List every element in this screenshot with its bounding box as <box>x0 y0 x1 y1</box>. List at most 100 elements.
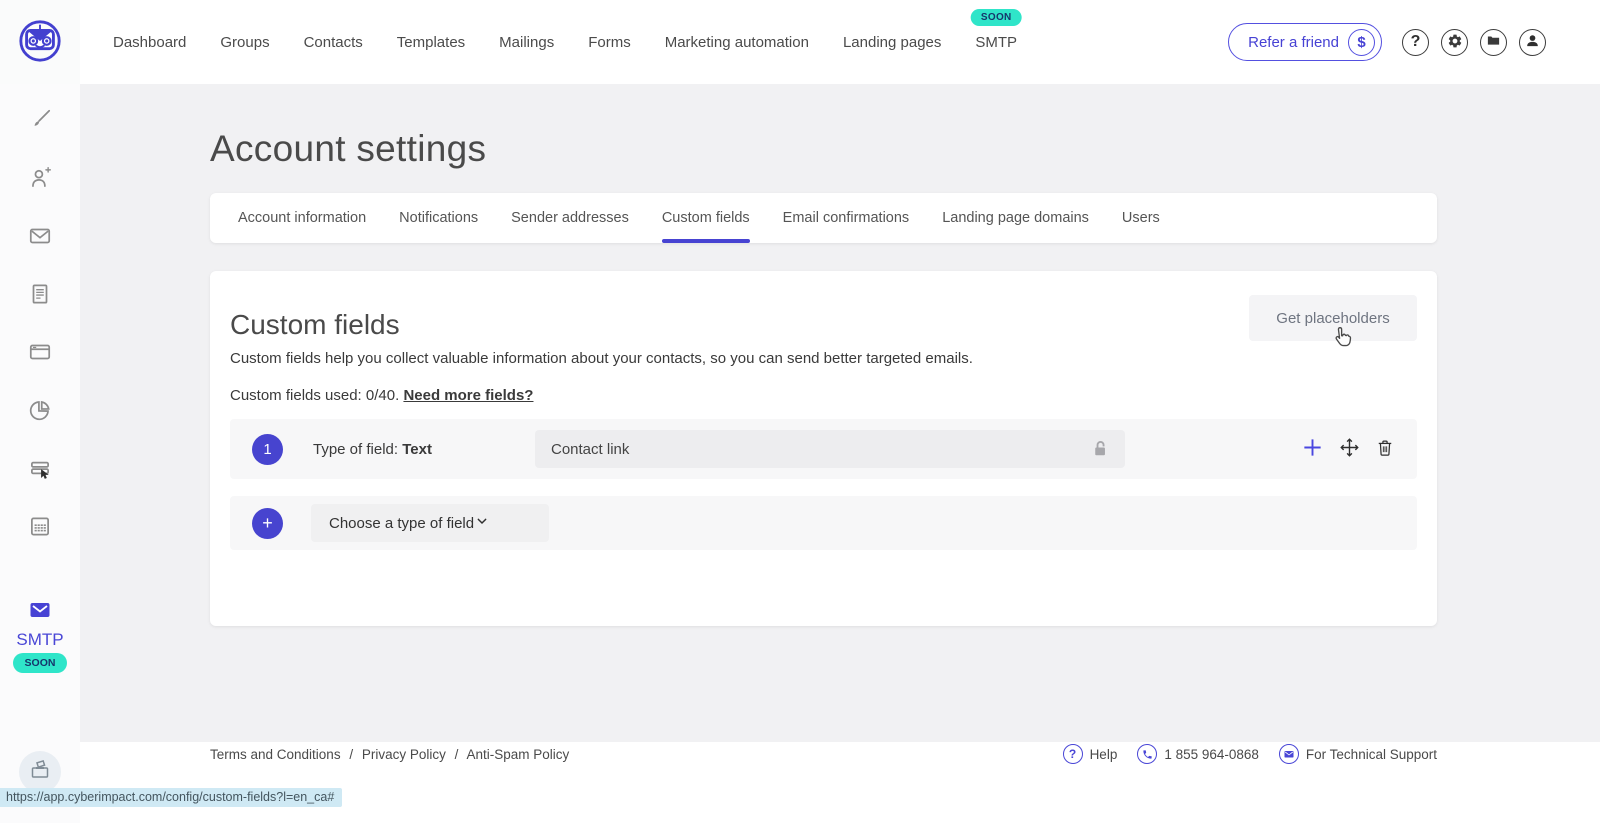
footer-support-link[interactable]: For Technical Support <box>1279 744 1437 764</box>
terms-link[interactable]: Terms and Conditions <box>210 747 341 762</box>
field-type-dropdown[interactable]: Choose a type of field <box>311 504 549 542</box>
privacy-link[interactable]: Privacy Policy <box>362 747 446 762</box>
sidebar-soon-badge: SOON <box>13 653 68 673</box>
field-index-badge: 1 <box>252 434 283 465</box>
nav-forms[interactable]: Forms <box>588 34 631 51</box>
footer-support-label: For Technical Support <box>1306 747 1437 762</box>
sidebar-item-forms[interactable] <box>20 276 60 316</box>
sidebar-item-statistics[interactable] <box>20 392 60 432</box>
nav-smtp-label: SMTP <box>975 34 1017 51</box>
tool-sidebar: SMTP SOON <box>0 84 80 823</box>
sidebar-item-templates[interactable] <box>20 102 60 142</box>
email-icon <box>1279 744 1299 764</box>
nav-templates[interactable]: Templates <box>397 34 465 51</box>
top-bar: Dashboard Groups Contacts Templates Mail… <box>0 0 1600 84</box>
legal-links: Terms and Conditions / Privacy Policy / … <box>210 747 569 762</box>
custom-field-row: 1 Type of field: Text Contact link <box>230 419 1417 479</box>
footer-phone-link[interactable]: 1 855 964-0868 <box>1137 744 1259 764</box>
sidebar-item-landing-pages[interactable] <box>20 334 60 374</box>
nav-smtp[interactable]: SOON SMTP <box>975 34 1017 51</box>
envelope-icon <box>27 223 53 254</box>
card-description: Custom fields help you collect valuable … <box>230 350 1417 368</box>
field-row-actions <box>1301 436 1395 462</box>
sidebar-item-calendar[interactable] <box>20 508 60 548</box>
tab-sender-addresses[interactable]: Sender addresses <box>511 193 629 243</box>
footer-help-link[interactable]: ? Help <box>1063 744 1118 764</box>
paintbrush-icon <box>27 107 53 138</box>
add-contact-icon <box>27 165 53 196</box>
field-name-value: Contact link <box>551 441 629 458</box>
settings-button[interactable] <box>1441 29 1468 56</box>
suggestion-box-icon <box>28 758 52 787</box>
page-title: Account settings <box>210 128 1437 170</box>
nav-contacts[interactable]: Contacts <box>304 34 363 51</box>
calendar-icon <box>27 513 53 544</box>
tab-notifications[interactable]: Notifications <box>399 193 478 243</box>
field-type-value: Text <box>402 441 432 458</box>
add-field-row: + Choose a type of field <box>230 496 1417 550</box>
sidebar-item-smtp[interactable]: SMTP SOON <box>13 598 68 673</box>
tab-landing-page-domains[interactable]: Landing page domains <box>942 193 1089 243</box>
footer-phone-number: 1 855 964-0868 <box>1164 747 1259 762</box>
sidebar-item-surveys[interactable] <box>20 450 60 490</box>
field-type-label: Type of field: Text <box>313 441 535 458</box>
get-placeholders-button[interactable]: Get placeholders <box>1249 295 1417 341</box>
gear-icon <box>1447 33 1463 52</box>
account-button[interactable] <box>1519 29 1546 56</box>
app-root: Dashboard Groups Contacts Templates Mail… <box>0 0 1600 823</box>
sidebar-item-mailings[interactable] <box>20 218 60 258</box>
sidebar-smtp-label: SMTP <box>16 630 63 650</box>
survey-cursor-icon <box>27 455 53 486</box>
support-links: ? Help 1 855 964-0868 <box>1063 744 1437 764</box>
refer-a-friend-button[interactable]: Refer a friend $ <box>1228 23 1382 61</box>
browser-window-icon <box>27 339 53 370</box>
trash-icon <box>1375 438 1395 461</box>
question-mark-icon: ? <box>1063 744 1083 764</box>
settings-tabs: Account information Notifications Sender… <box>210 193 1437 243</box>
form-document-icon <box>27 281 53 312</box>
usage-count: Custom fields used: 0/40. <box>230 387 399 404</box>
link-preview-statusbar: https://app.cyberimpact.com/config/custo… <box>0 788 342 807</box>
tab-users[interactable]: Users <box>1122 193 1160 243</box>
files-button[interactable] <box>1480 29 1507 56</box>
help-button[interactable]: ? <box>1402 29 1429 56</box>
page-footer: Terms and Conditions / Privacy Policy / … <box>210 744 1437 764</box>
tab-account-information[interactable]: Account information <box>238 193 366 243</box>
sidebar-item-add-contact[interactable] <box>20 160 60 200</box>
chevron-down-icon <box>474 513 490 533</box>
robot-mascot-icon <box>17 17 63 68</box>
tab-email-confirmations[interactable]: Email confirmations <box>783 193 910 243</box>
feedback-button[interactable] <box>19 751 61 793</box>
anti-spam-link[interactable]: Anti-Spam Policy <box>466 747 569 762</box>
nav-groups[interactable]: Groups <box>220 34 269 51</box>
dollar-icon: $ <box>1348 29 1375 56</box>
need-more-fields-link[interactable]: Need more fields? <box>403 387 533 404</box>
move-field-button[interactable] <box>1339 437 1360 461</box>
app-logo[interactable] <box>0 0 80 84</box>
custom-fields-card: Custom fields Get placeholders Custom fi… <box>210 271 1437 626</box>
nav-mailings[interactable]: Mailings <box>499 34 554 51</box>
smtp-envelope-icon <box>26 598 54 627</box>
main-navigation: Dashboard Groups Contacts Templates Mail… <box>113 34 1017 51</box>
main-content: Account settings Account information Not… <box>210 84 1437 764</box>
nav-marketing-automation[interactable]: Marketing automation <box>665 34 809 51</box>
folder-icon <box>1486 33 1501 51</box>
tab-custom-fields[interactable]: Custom fields <box>662 193 750 243</box>
separator: / <box>455 747 459 762</box>
add-field-button[interactable] <box>1301 436 1324 462</box>
nav-dashboard[interactable]: Dashboard <box>113 34 186 51</box>
phone-icon <box>1137 744 1157 764</box>
question-mark-icon: ? <box>1411 33 1421 51</box>
soon-badge: SOON <box>971 9 1022 26</box>
field-name-input[interactable]: Contact link <box>535 430 1125 468</box>
move-icon <box>1339 437 1360 461</box>
delete-field-button[interactable] <box>1375 438 1395 461</box>
top-bar-actions: Refer a friend $ ? <box>1228 23 1600 61</box>
nav-landing-pages[interactable]: Landing pages <box>843 34 941 51</box>
card-title: Custom fields <box>230 309 400 341</box>
add-row-button[interactable]: + <box>252 508 283 539</box>
plus-icon <box>1301 436 1324 462</box>
pie-chart-icon <box>27 397 53 428</box>
footer-help-label: Help <box>1090 747 1118 762</box>
refer-a-friend-label: Refer a friend <box>1248 34 1339 51</box>
